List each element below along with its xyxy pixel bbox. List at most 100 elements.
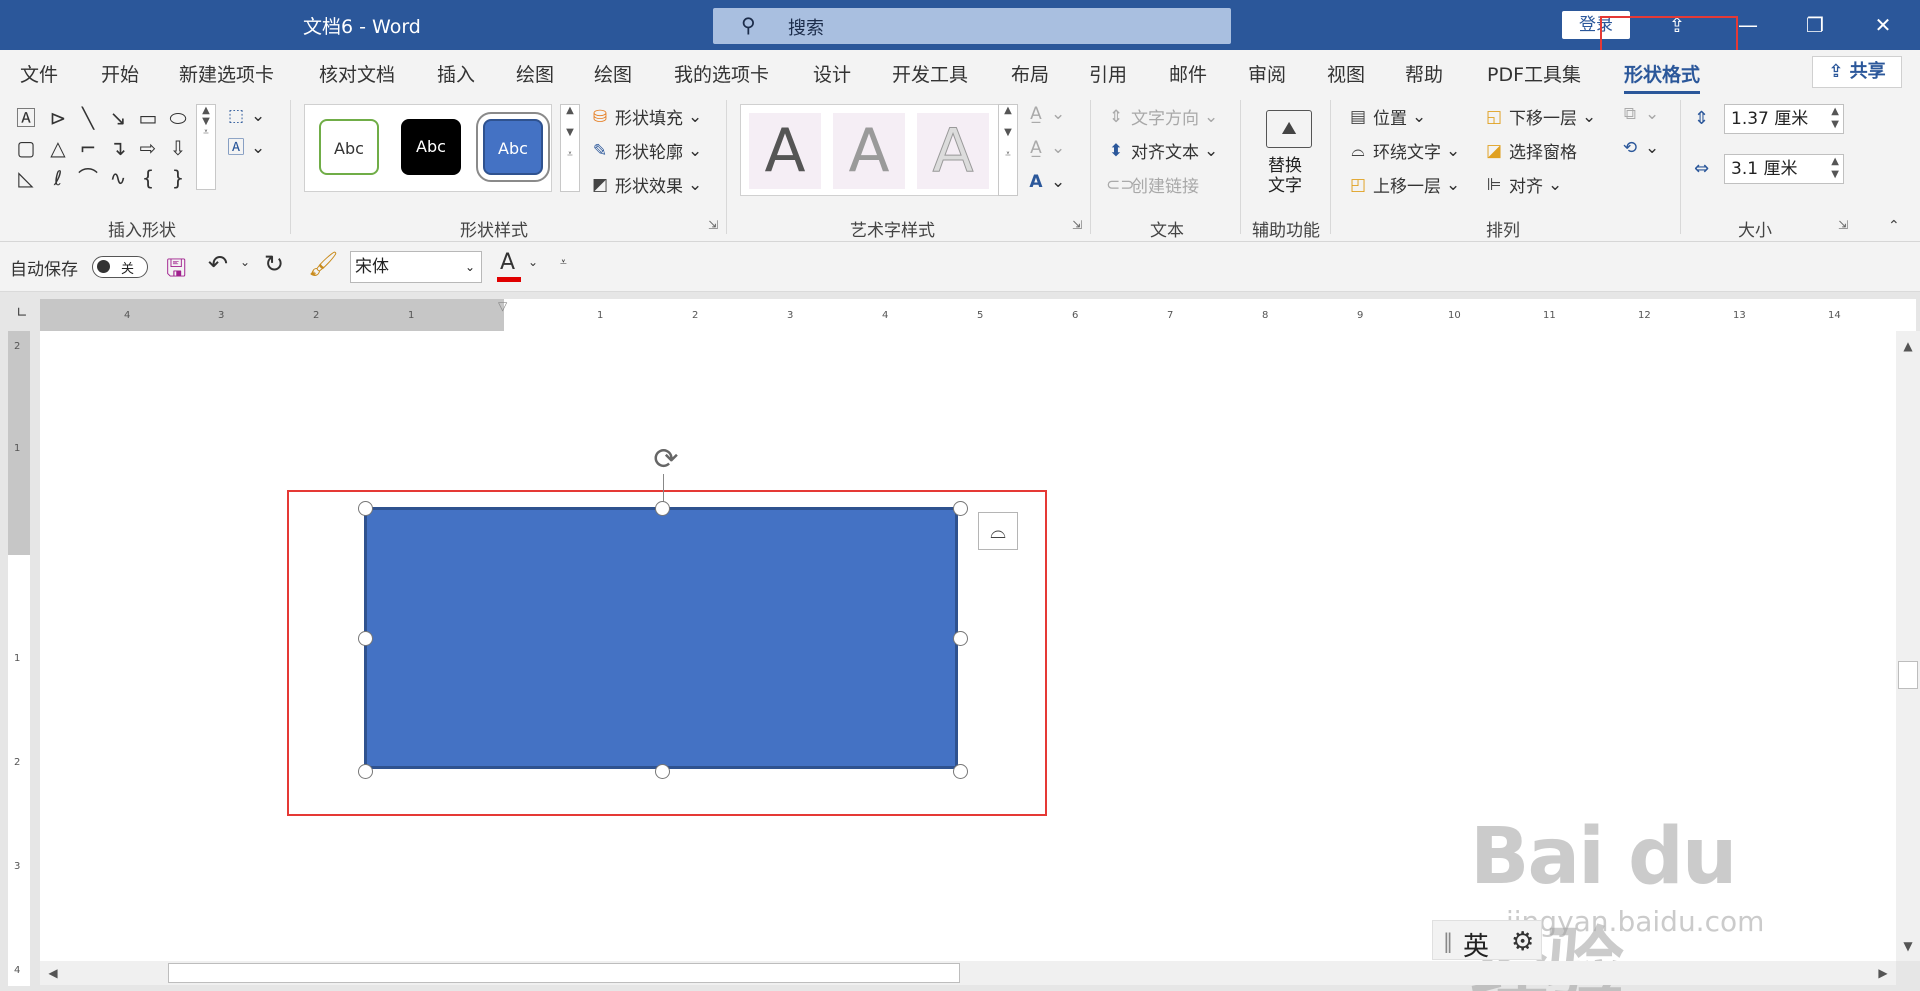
shape-effects-button[interactable]: ◩ 形状效果 ⌄ — [590, 172, 702, 198]
format-painter-icon[interactable]: 🖌 — [308, 250, 338, 278]
elbow-arrow-icon[interactable]: ↴ — [106, 136, 130, 160]
tab-design[interactable]: 设计 — [813, 60, 851, 87]
gear-icon[interactable]: ⚙ — [1511, 927, 1534, 957]
width-spinner[interactable]: ▲ ▼ — [1831, 155, 1839, 181]
font-name-select[interactable]: 宋体 ⌄ — [350, 251, 482, 283]
draw-textbox-button[interactable]: 🄰 ⌄ — [226, 138, 266, 158]
tab-draw-1[interactable]: 绘图 — [516, 60, 554, 87]
vertical-scroll-thumb[interactable] — [1898, 661, 1918, 689]
wrap-text-button[interactable]: ⌓ 环绕文字 ⌄ — [1348, 138, 1460, 164]
wordart-scroll[interactable]: ▲ ▼ ⩡ — [998, 104, 1018, 196]
font-color-icon[interactable]: A — [500, 250, 515, 275]
resize-handle-top-left[interactable] — [358, 501, 373, 516]
rounded-rect-icon[interactable]: ▢ — [14, 136, 38, 160]
ime-drag-handle[interactable]: ‖ — [1443, 929, 1453, 953]
tab-home[interactable]: 开始 — [101, 60, 139, 87]
shape-fill-button[interactable]: ⛁ 形状填充 ⌄ — [590, 104, 702, 130]
scroll-right-icon[interactable]: ▶ — [1872, 961, 1894, 985]
text-outline-button[interactable]: A̲ ⌄ — [1026, 138, 1065, 158]
tab-help[interactable]: 帮助 — [1405, 60, 1443, 87]
tab-insert[interactable]: 插入 — [437, 60, 475, 87]
left-brace-icon[interactable]: { — [136, 166, 160, 190]
align-button[interactable]: ⊫ 对齐 ⌄ — [1484, 172, 1563, 198]
freeform-shape-icon[interactable]: ◺ — [14, 166, 38, 190]
elbow-connector-icon[interactable]: ⌐ — [76, 136, 100, 160]
shape-style-3[interactable]: Abc — [476, 112, 550, 182]
shape-style-2[interactable]: Abc — [401, 119, 461, 175]
shape-styles-scroll[interactable]: ▲ ▼ ⩡ — [560, 104, 580, 192]
text-fill-button[interactable]: A̲ ⌄ — [1026, 104, 1065, 124]
height-spinner[interactable]: ▲ ▼ — [1831, 105, 1839, 131]
right-brace-icon[interactable]: } — [166, 166, 190, 190]
right-arrow-shape-icon[interactable]: ⇨ — [136, 136, 160, 160]
position-button[interactable]: ▤ 位置 ⌄ — [1348, 104, 1426, 130]
alt-text-button[interactable]: 替换 文字 — [1268, 156, 1302, 196]
resize-handle-bottom[interactable] — [655, 764, 670, 779]
autosave-toggle[interactable]: 关 — [92, 256, 148, 278]
rotate-handle-icon[interactable]: ⟳ — [646, 442, 686, 478]
alt-text-icon[interactable]: ⛰ — [1266, 110, 1312, 148]
tab-developer[interactable]: 开发工具 — [892, 60, 968, 87]
scroll-up-icon[interactable]: ▲ — [1896, 335, 1920, 357]
resize-handle-bottom-right[interactable] — [953, 764, 968, 779]
layout-options-icon[interactable]: ⌓ — [978, 512, 1018, 550]
tab-layout[interactable]: 布局 — [1011, 60, 1049, 87]
text-effects-button[interactable]: A ⌄ — [1026, 172, 1065, 192]
selection-pane-button[interactable]: ◪ 选择窗格 — [1484, 138, 1577, 164]
textbox-shape-icon[interactable]: 🄰 — [14, 106, 38, 130]
save-icon[interactable]: 🖫 — [166, 251, 186, 292]
search-box[interactable]: ⚲ 搜索 — [713, 8, 1231, 44]
shape-height-input[interactable]: 1.37 厘米 ▲ ▼ — [1724, 104, 1844, 134]
tab-file[interactable]: 文件 — [20, 60, 58, 87]
tab-my-tab[interactable]: 我的选项卡 — [674, 60, 769, 87]
rectangle-shape[interactable] — [364, 507, 958, 769]
shape-outline-button[interactable]: ✎ 形状轮廓 ⌄ — [590, 138, 702, 164]
close-icon[interactable]: ✕ — [1868, 10, 1898, 40]
scroll-left-icon[interactable]: ◀ — [42, 961, 64, 985]
shape-width-input[interactable]: 3.1 厘米 ▲ ▼ — [1724, 154, 1844, 184]
horizontal-scrollbar[interactable]: ◀ ▶ — [40, 961, 1896, 985]
curve-shape-icon[interactable]: ∿ — [106, 166, 130, 190]
dialog-launcher-icon[interactable]: ⇲ — [1838, 218, 1848, 232]
dialog-launcher-icon[interactable]: ⇲ — [708, 218, 718, 232]
triangle-shape-icon[interactable]: △ — [46, 136, 70, 160]
text-direction-button[interactable]: ⇕ 文字方向 ⌄ — [1106, 104, 1218, 130]
resize-handle-top-right[interactable] — [953, 501, 968, 516]
tab-draw-2[interactable]: 绘图 — [594, 60, 632, 87]
redo-icon[interactable]: ↻ — [264, 250, 284, 278]
tab-references[interactable]: 引用 — [1089, 60, 1127, 87]
tab-view[interactable]: 视图 — [1327, 60, 1365, 87]
create-link-button[interactable]: ⊂⊃ 创建链接 — [1106, 172, 1199, 198]
vertical-scrollbar[interactable]: ▲ ▼ — [1896, 331, 1920, 961]
edit-shape-button[interactable]: ⬚ ⌄ — [226, 106, 265, 126]
resize-handle-left[interactable] — [358, 631, 373, 646]
tab-shape-format[interactable]: 形状格式 — [1624, 60, 1701, 94]
shapes-gallery-scroll[interactable]: ▲ ▼ ⩡ — [196, 104, 216, 190]
resize-handle-top[interactable] — [655, 501, 670, 516]
undo-dropdown-icon[interactable]: ⌄ — [240, 255, 250, 269]
wordart-style-2[interactable]: A — [833, 113, 905, 189]
bring-forward-button[interactable]: ◰ 上移一层 ⌄ — [1348, 172, 1460, 198]
tab-mailings[interactable]: 邮件 — [1169, 60, 1207, 87]
wordart-style-3[interactable]: A — [917, 113, 989, 189]
rectangle-shape-icon[interactable]: ▭ — [136, 106, 160, 130]
arc-shape-icon[interactable]: ⌒ — [76, 166, 100, 190]
tab-review[interactable]: 审阅 — [1248, 60, 1286, 87]
resize-handle-bottom-left[interactable] — [358, 764, 373, 779]
share-button[interactable]: ⇪ 共享 — [1812, 56, 1902, 88]
oval-shape-icon[interactable]: ⬭ — [166, 106, 190, 130]
vertical-textbox-icon[interactable]: ⊳ — [46, 106, 70, 130]
rotate-button[interactable]: ⟲ ⌄ — [1620, 138, 1659, 158]
tab-review-doc[interactable]: 核对文档 — [319, 60, 395, 87]
tab-pdf-tools[interactable]: PDF工具集 — [1487, 60, 1581, 87]
undo-icon[interactable]: ↶ — [208, 250, 228, 278]
restore-icon[interactable]: ❐ — [1800, 10, 1830, 40]
shape-style-1[interactable]: Abc — [319, 119, 379, 175]
scroll-down-icon[interactable]: ▼ — [1896, 935, 1920, 957]
line-shape-icon[interactable]: ╲ — [76, 106, 100, 130]
down-arrow-shape-icon[interactable]: ⇩ — [166, 136, 190, 160]
scribble-icon[interactable]: ℓ — [46, 166, 70, 190]
arrow-line-icon[interactable]: ↘ — [106, 106, 130, 130]
collapse-ribbon-icon[interactable]: ⌃ — [1888, 218, 1900, 234]
wordart-style-1[interactable]: A — [749, 113, 821, 189]
